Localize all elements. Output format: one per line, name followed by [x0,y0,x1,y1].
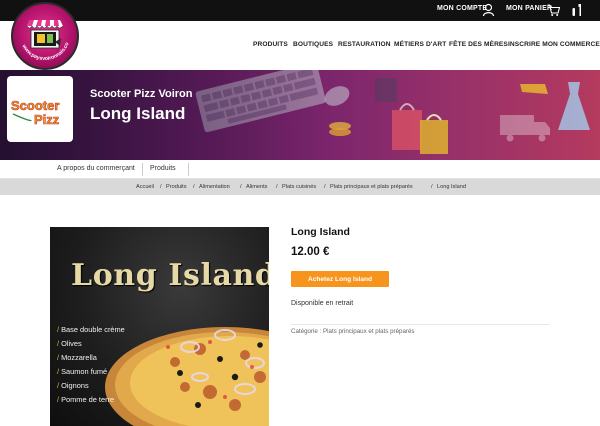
banner-product-title: Long Island [90,104,186,123]
my-account-link[interactable]: MON COMPTE [437,5,487,12]
ingredient-item: / Base double crème [57,325,125,334]
nav-fete-des-meres[interactable]: FÊTE DES MÈRES [449,41,508,48]
crumb-alimentation[interactable]: Alimentation [199,184,230,190]
main-nav: PRODUITS BOUTIQUES RESTAURATION MÉTIERS … [0,21,600,70]
tab-separator [142,163,143,176]
crumb-accueil[interactable]: Accueil [136,184,154,190]
crumb-aliments[interactable]: Aliments [246,184,267,190]
logo-url-ring: www.paysvoironnais.com [11,2,71,62]
site-logo[interactable]: www.paysvoironnais.com [11,2,79,70]
product-category: Catégorie : Plats principaux et plats pr… [291,328,415,335]
crumb-sep: / [160,183,162,190]
crumb-sep: / [324,183,326,190]
product-price: 12.00 € [291,246,330,258]
user-icon[interactable] [482,3,495,17]
shop-logo[interactable]: Scooter Pizz [7,76,73,142]
product-title: Long Island [291,226,350,238]
scooter-pizz-logo: Scooter Pizz [11,98,60,128]
cart-icon[interactable] [547,3,560,17]
svg-text:Pizz: Pizz [34,112,60,127]
tab-about-merchant[interactable]: A propos du commerçant [57,165,135,172]
svg-text:www.paysvoironnais.com: www.paysvoironnais.com [11,2,71,62]
svg-text:Scooter: Scooter [11,98,59,113]
crumb-plats-cuisines[interactable]: Plats cuisinés [282,184,316,190]
wrench-icon[interactable] [571,3,584,17]
crumb-sep: / [276,183,278,190]
top-bar: MON COMPTE MON PANIER [0,0,600,21]
crumb-sep: / [193,183,195,190]
crumb-produits[interactable]: Produits [166,184,187,190]
breadcrumb: Accueil / Produits / Alimentation / Alim… [0,179,600,195]
ingredient-item: / Mozzarella [57,353,97,362]
merchant-tabs: A propos du commerçant Produits [0,160,600,179]
crumb-sep: / [240,183,242,190]
nav-inscrire-commerce[interactable]: INSCRIRE MON COMMERCE [508,41,600,48]
availability-text: Disponible en retrait [291,300,354,307]
nav-boutiques[interactable]: BOUTIQUES [293,41,333,48]
store-name[interactable]: Scooter Pizz Voiron [90,88,192,100]
category-link[interactable]: Plats principaux et plats préparés [323,328,415,335]
crumb-plats-principaux[interactable]: Plats principaux et plats préparés [330,184,413,190]
ingredient-item: / Saumon fumé [57,367,108,376]
ingredient-item: / Pomme de terre [57,395,115,404]
my-cart-link[interactable]: MON PANIER [506,5,552,12]
nav-produits[interactable]: PRODUITS [253,41,288,48]
tab-separator [188,163,189,176]
nav-restauration[interactable]: RESTAURATION [338,41,391,48]
crumb-current: Long Island [437,183,466,190]
crumb-sep: / [431,183,433,190]
buy-button[interactable]: Achetez Long Island [291,271,389,287]
tab-products[interactable]: Produits [150,165,176,172]
ingredient-item: / Oignons [57,381,89,390]
ingredient-item: / Olives [57,339,82,348]
nav-metiers-art[interactable]: MÉTIERS D'ART [394,41,446,48]
divider [291,324,550,325]
ingredients-list: / Base double crème / Olives / Mozzarell… [57,323,125,407]
product-image[interactable]: Long Island / Base double crème / Olives… [50,227,269,426]
category-label: Catégorie : [291,328,322,335]
